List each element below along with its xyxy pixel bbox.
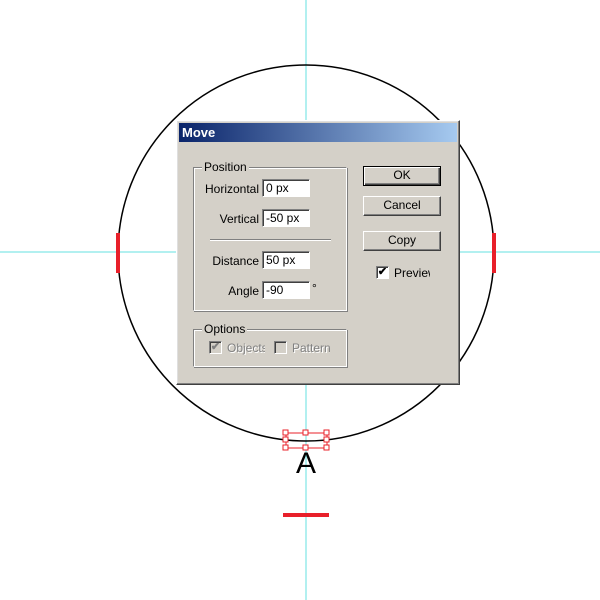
dialog-title[interactable]: Move — [179, 123, 457, 142]
objects-checkbox[interactable]: ✔ — [209, 341, 222, 354]
distance-input[interactable] — [262, 251, 310, 269]
preview-label: Preview — [394, 266, 430, 280]
selection-handle-bm[interactable] — [302, 444, 309, 451]
position-separator — [210, 239, 331, 241]
right-tick-mark[interactable] — [492, 233, 496, 273]
ok-button[interactable]: OK — [363, 166, 441, 186]
selection-handle-br[interactable] — [323, 444, 330, 451]
selection-handle-tl[interactable] — [282, 429, 289, 436]
vertical-label: Vertical — [219, 212, 259, 226]
copy-button[interactable]: Copy — [363, 231, 441, 251]
cancel-button[interactable]: Cancel — [363, 196, 441, 216]
left-tick-mark[interactable] — [116, 233, 120, 273]
horizontal-input[interactable] — [262, 179, 310, 197]
position-group-legend: Position — [202, 160, 249, 174]
selection-handle-bl[interactable] — [282, 444, 289, 451]
angle-input[interactable] — [262, 281, 310, 299]
selection-handle-tr[interactable] — [323, 429, 330, 436]
anchor-letter[interactable]: A — [296, 447, 316, 480]
horizontal-label: Horizontal — [205, 182, 259, 196]
patterns-label: Patterns — [292, 341, 330, 355]
selection-handle-ml[interactable] — [282, 436, 289, 443]
patterns-checkbox[interactable] — [274, 341, 287, 354]
objects-label: Objects — [227, 341, 265, 355]
distance-label: Distance — [212, 254, 259, 268]
move-dialog: Move Position Horizontal Vertical Distan… — [176, 120, 460, 385]
angle-label: Angle — [228, 284, 259, 298]
preview-checkbox[interactable]: ✔ — [376, 266, 389, 279]
selection-handle-tm[interactable] — [302, 429, 309, 436]
bottom-tick-mark[interactable] — [283, 513, 329, 517]
options-group-legend: Options — [202, 322, 248, 336]
angle-unit: ° — [312, 281, 317, 295]
selection-handle-mr[interactable] — [323, 436, 330, 443]
vertical-input[interactable] — [262, 209, 310, 227]
